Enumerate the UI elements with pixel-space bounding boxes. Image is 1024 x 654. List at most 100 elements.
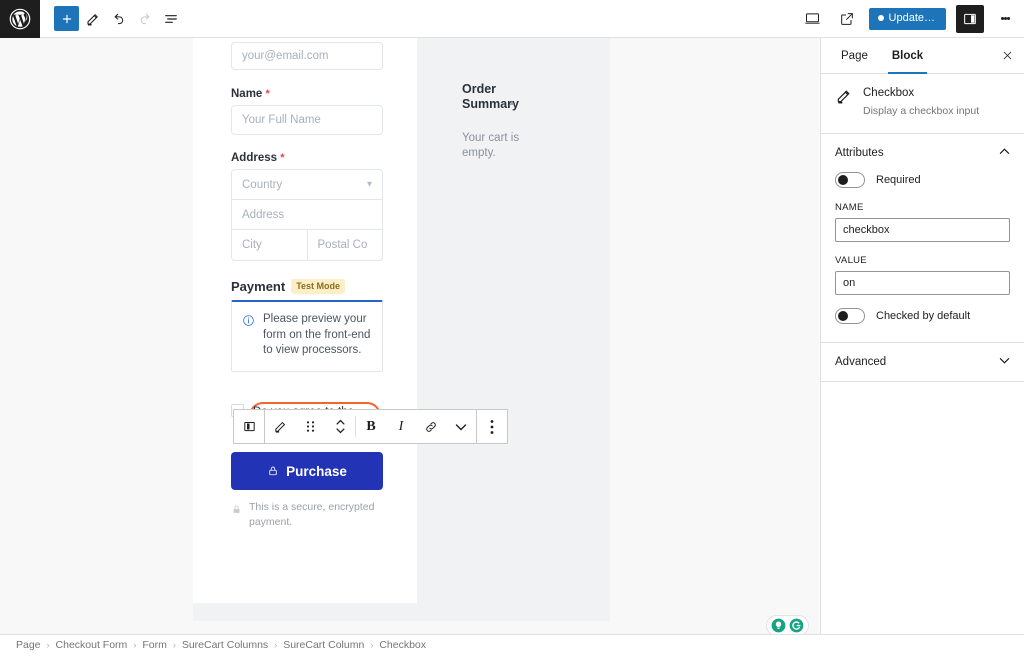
required-toggle-row: Required xyxy=(835,172,1010,188)
wordpress-logo-icon[interactable] xyxy=(0,0,40,38)
advanced-heading: Advanced xyxy=(835,356,886,368)
breadcrumb-separator: › xyxy=(370,640,373,650)
pencil-icon xyxy=(273,419,288,434)
value-attribute-input[interactable] xyxy=(835,271,1010,295)
lightbulb-icon[interactable] xyxy=(771,618,786,633)
grammarly-widget[interactable] xyxy=(766,615,809,634)
list-view-button[interactable] xyxy=(159,7,183,31)
selected-block-info: Checkbox Display a checkbox input xyxy=(821,74,1024,134)
block-floating-toolbar: B I xyxy=(233,409,508,444)
checkbox-block-icon-button[interactable] xyxy=(234,410,264,443)
bold-button[interactable]: B xyxy=(356,410,386,443)
top-bar-actions: Update… xyxy=(801,5,1024,33)
more-formatting-button[interactable] xyxy=(446,410,476,443)
breadcrumb-item-checkout-form[interactable]: Checkout Form xyxy=(56,639,128,651)
name-label-text: Name xyxy=(231,88,262,100)
close-icon xyxy=(1001,49,1014,62)
address-line-placeholder: Address xyxy=(242,209,284,221)
payment-title: Payment xyxy=(231,279,285,294)
grammarly-g-icon[interactable] xyxy=(789,618,804,633)
add-block-button[interactable] xyxy=(54,6,79,31)
tab-page[interactable]: Page xyxy=(829,38,880,73)
full-name-placeholder: Your Full Name xyxy=(242,114,321,126)
breadcrumb-item-checkbox[interactable]: Checkbox xyxy=(379,639,426,651)
city-input[interactable]: City xyxy=(232,230,308,260)
checked-by-default-label: Checked by default xyxy=(876,310,970,322)
purchase-button[interactable]: Purchase xyxy=(231,452,383,490)
link-icon xyxy=(423,419,439,435)
order-summary-empty-text: Your cart is empty. xyxy=(462,131,524,162)
block-options-button[interactable] xyxy=(477,410,507,443)
block-title: Checkbox xyxy=(863,87,979,99)
secure-payment-note: This is a secure, encrypted payment. xyxy=(231,500,383,529)
breadcrumb-separator: › xyxy=(133,640,136,650)
name-field-label: Name * xyxy=(231,88,383,100)
required-toggle[interactable] xyxy=(835,172,865,188)
italic-button[interactable]: I xyxy=(386,410,416,443)
view-external-link-icon[interactable] xyxy=(835,7,859,31)
link-button[interactable] xyxy=(416,410,446,443)
breadcrumb-item-page[interactable]: Page xyxy=(16,639,41,651)
checked-default-toggle-row: Checked by default xyxy=(835,308,1010,324)
breadcrumb-item-surecart-columns[interactable]: SureCart Columns xyxy=(182,639,268,651)
name-attribute-input[interactable] xyxy=(835,218,1010,242)
full-name-field[interactable]: Your Full Name xyxy=(231,105,383,135)
update-status-dot-icon xyxy=(878,15,884,21)
drag-handle-button[interactable] xyxy=(295,410,325,443)
block-move-group: B I xyxy=(264,409,477,444)
settings-sidebar-toggle[interactable] xyxy=(956,5,984,33)
breadcrumb-item-form[interactable]: Form xyxy=(142,639,167,651)
italic-icon: I xyxy=(399,419,404,435)
chevron-up-icon[interactable]: ▲ xyxy=(508,98,516,113)
wordpress-block-editor: Update… your@email.com xyxy=(0,0,1024,654)
redo-button[interactable] xyxy=(133,7,157,31)
country-placeholder: Country xyxy=(242,179,282,191)
purchase-button-label: Purchase xyxy=(286,464,347,479)
chevron-up-icon xyxy=(999,146,1010,159)
required-toggle-label: Required xyxy=(876,174,921,186)
sidebar-divider-bottom xyxy=(821,381,1024,382)
tab-block[interactable]: Block xyxy=(880,38,935,73)
attributes-section-header[interactable]: Attributes xyxy=(821,134,1024,172)
block-type-group xyxy=(233,409,265,444)
payment-section-header: Payment Test Mode xyxy=(231,279,383,294)
postal-placeholder: Postal Co xyxy=(318,239,368,251)
checked-by-default-toggle[interactable] xyxy=(835,308,865,324)
move-updown-button[interactable] xyxy=(325,410,355,443)
postal-code-input[interactable]: Postal Co xyxy=(308,230,383,260)
name-attribute-block: NAME xyxy=(835,202,1010,242)
attributes-section-body: Required NAME VALUE Checked by default xyxy=(821,172,1024,342)
secure-payment-text: This is a secure, encrypted payment. xyxy=(249,500,383,529)
padlock-icon xyxy=(231,503,242,516)
advanced-section-header[interactable]: Advanced xyxy=(821,343,1024,381)
attributes-heading: Attributes xyxy=(835,147,884,159)
editor-options-kebab-menu[interactable] xyxy=(994,5,1016,33)
edit-tool-button[interactable] xyxy=(81,7,105,31)
close-sidebar-button[interactable] xyxy=(990,38,1024,73)
block-breadcrumb: Page › Checkout Form › Form › SureCart C… xyxy=(0,634,1024,654)
address-line-input[interactable]: Address xyxy=(232,200,382,230)
address-field-label: Address * xyxy=(231,152,383,164)
edit-pencil-button[interactable] xyxy=(265,410,295,443)
chevron-down-icon: ▾ xyxy=(367,179,372,190)
value-attribute-block: VALUE xyxy=(835,255,1010,295)
undo-button[interactable] xyxy=(107,7,131,31)
value-attribute-label: VALUE xyxy=(835,255,1010,266)
pencil-icon xyxy=(835,87,853,105)
test-mode-badge: Test Mode xyxy=(291,279,345,294)
payment-processor-notice: Please preview your form on the front-en… xyxy=(231,300,383,372)
breadcrumb-separator: › xyxy=(274,640,277,650)
chevron-updown-icon xyxy=(335,418,346,435)
breadcrumb-separator: › xyxy=(47,640,50,650)
breadcrumb-item-surecart-column[interactable]: SureCart Column xyxy=(283,639,364,651)
email-field[interactable]: your@email.com xyxy=(231,42,383,70)
breadcrumb-separator: › xyxy=(173,640,176,650)
country-select[interactable]: Country ▾ xyxy=(232,170,382,200)
update-button-label: Update… xyxy=(889,13,935,24)
bold-icon: B xyxy=(366,419,375,435)
kebab-menu-icon xyxy=(490,419,494,435)
lock-icon xyxy=(267,465,279,477)
update-button[interactable]: Update… xyxy=(869,8,946,30)
desktop-preview-icon[interactable] xyxy=(801,7,825,31)
checkout-form-wrapper: your@email.com Name * Your Full Name xyxy=(193,38,610,621)
